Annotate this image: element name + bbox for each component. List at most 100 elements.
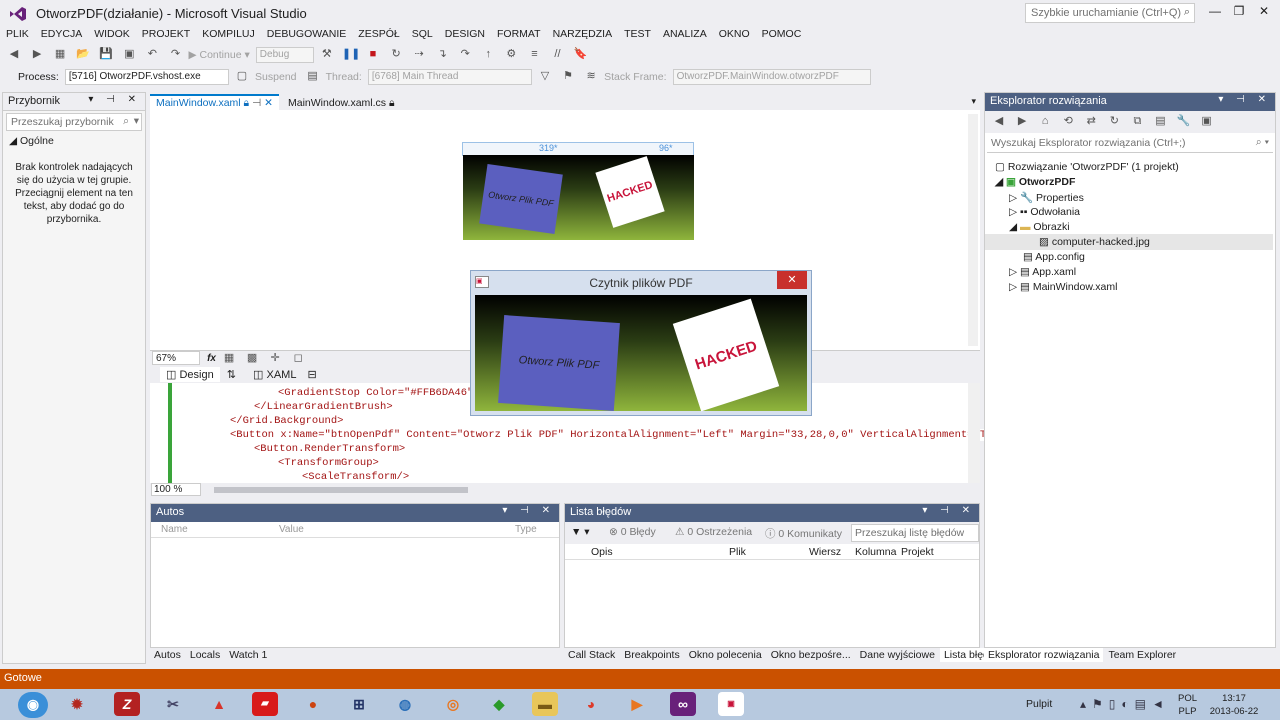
home-icon[interactable]: ⌂ xyxy=(1037,115,1053,131)
tree-properties[interactable]: ▷ 🔧 Properties xyxy=(1009,191,1084,204)
menu-narzędzia[interactable]: NARZĘDZIA xyxy=(547,26,619,42)
tree-image-file[interactable]: ▨ computer-hacked.jpg xyxy=(1039,236,1150,248)
view-designer-icon[interactable]: ▣ xyxy=(1199,114,1215,130)
panel-pin-icon[interactable]: ▾ ⊣ ✕ xyxy=(922,505,975,516)
tree-folder-obrazki[interactable]: ◢ ▬ Obrazki xyxy=(1009,221,1070,233)
explorer-icon[interactable]: ▬ xyxy=(532,692,558,716)
hex-icon[interactable]: ⚙ xyxy=(503,47,519,63)
tab-autos[interactable]: Autos xyxy=(150,648,185,662)
tab-team-explorer[interactable]: Team Explorer xyxy=(1104,648,1180,662)
bookmark-icon[interactable]: 🔖 xyxy=(573,47,589,63)
tab-dropdown-icon[interactable]: ▾ xyxy=(971,96,976,107)
code-scrollbar[interactable] xyxy=(968,383,980,483)
maximize-button[interactable]: ❐ xyxy=(1227,4,1251,22)
designer-button-preview[interactable]: Otworz Plik PDF xyxy=(479,164,563,234)
back-icon[interactable]: ◀ xyxy=(6,47,22,63)
menu-projekt[interactable]: PROJEKT xyxy=(136,26,196,42)
errors-search-input[interactable]: Przeszukaj listę błędów xyxy=(851,524,979,542)
step-into-icon[interactable]: ↴ xyxy=(434,47,450,63)
media-app-icon[interactable]: ▰ xyxy=(252,692,278,716)
tab-xaml[interactable]: ◫ XAML xyxy=(247,367,302,382)
tab-breakpoints[interactable]: Breakpoints xyxy=(620,648,683,662)
desktop-toolbar-label[interactable]: Pulpit xyxy=(1026,698,1052,710)
designer-hacked-image[interactable]: HACKED xyxy=(595,156,665,228)
col-name[interactable]: Name xyxy=(161,524,188,535)
continue-button[interactable]: ▶ Continue ▾ xyxy=(189,49,250,61)
break-all-icon[interactable]: ❚❚ xyxy=(342,47,360,63)
menu-pomoc[interactable]: POMOC xyxy=(756,26,808,42)
redo-icon[interactable]: ↷ xyxy=(167,47,183,63)
collapse-all-icon[interactable]: ⧉ xyxy=(1129,115,1145,131)
tab-call-stack[interactable]: Call Stack xyxy=(564,648,619,662)
show-all-files-icon[interactable]: ▤ xyxy=(1152,114,1168,130)
menu-zespół[interactable]: ZESPÓŁ xyxy=(352,26,405,42)
horizontal-scrollbar[interactable] xyxy=(214,487,468,493)
thread-combo[interactable]: [6768] Main Thread xyxy=(367,69,532,85)
language-indicator[interactable]: POL PLP xyxy=(1178,692,1197,718)
stack-frame-combo[interactable]: OtworzPDF.MainWindow.otworzPDF xyxy=(672,69,871,85)
menu-edycja[interactable]: EDYCJA xyxy=(35,26,88,42)
menu-design[interactable]: DESIGN xyxy=(439,26,491,42)
quick-launch-input[interactable]: Szybkie uruchamianie (Ctrl+Q) ⌕ xyxy=(1025,3,1195,23)
save-all-icon[interactable]: ▣ xyxy=(121,47,137,63)
zoom-combo[interactable]: 67% xyxy=(152,351,200,365)
forward-icon[interactable]: ▶ xyxy=(1014,114,1030,130)
show-next-icon[interactable]: ⇢ xyxy=(411,47,427,63)
messenger-icon[interactable]: ● xyxy=(300,692,326,716)
tab-locals[interactable]: Locals xyxy=(186,648,224,662)
messages-filter-button[interactable]: ⓘ 0 Komunikaty xyxy=(765,526,842,541)
col-opis[interactable]: Opis xyxy=(591,546,613,558)
visual-studio-taskbar-icon[interactable]: ∞ xyxy=(670,692,696,716)
restart-icon[interactable]: ↻ xyxy=(388,47,404,63)
filter-icon[interactable]: ▽ xyxy=(537,69,553,85)
tree-project[interactable]: ◢ ▣ OtworzPDF xyxy=(995,176,1075,188)
firefox-icon[interactable]: ◎ xyxy=(440,692,466,716)
grid-icon[interactable]: ▦ xyxy=(221,351,237,367)
config-combo[interactable]: Debug xyxy=(255,47,314,63)
history-icon[interactable]: ⟲ xyxy=(1060,114,1076,130)
flag-icon[interactable]: ⚑ xyxy=(560,69,576,85)
bug-app-icon[interactable]: ✹ xyxy=(64,692,90,716)
filter-icon[interactable]: ▼ ▾ xyxy=(571,526,590,538)
otworzpdf-taskbar-icon[interactable]: ▣ xyxy=(718,692,744,716)
alert-app-icon[interactable]: ▲ xyxy=(206,692,232,716)
tab-command-window[interactable]: Okno polecenia xyxy=(685,648,766,662)
suspend-icon[interactable]: ▢ xyxy=(234,69,250,85)
new-project-icon[interactable]: ▦ xyxy=(52,47,68,63)
menu-sql[interactable]: SQL xyxy=(406,26,439,42)
app-close-button[interactable]: ✕ xyxy=(777,271,807,289)
stop-icon[interactable]: ■ xyxy=(365,48,381,64)
col-projekt[interactable]: Projekt xyxy=(901,546,934,558)
menu-plik[interactable]: PLIK xyxy=(0,26,35,42)
align-icon[interactable]: ≡ xyxy=(526,48,542,64)
running-app-window[interactable]: ▣ Czytnik plików PDF ✕ Otworz Plik PDF H… xyxy=(470,270,812,416)
tab-watch1[interactable]: Watch 1 xyxy=(225,648,271,662)
sync-icon[interactable]: ⇄ xyxy=(1083,114,1099,130)
threads-icon[interactable]: ≋ xyxy=(583,69,599,85)
menu-test[interactable]: TEST xyxy=(618,26,657,42)
panel-pin-icon[interactable]: ▾ ⊣ ✕ xyxy=(502,505,555,516)
menu-widok[interactable]: WIDOK xyxy=(88,26,136,42)
tab-solution-explorer[interactable]: Eksplorator rozwiązania xyxy=(984,648,1104,662)
col-plik[interactable]: Plik xyxy=(729,546,746,558)
chrome-icon[interactable]: ◕ xyxy=(578,692,604,716)
step-out-icon[interactable]: ↑ xyxy=(480,48,496,64)
step-over-icon[interactable]: ↷ xyxy=(457,47,473,63)
start-button[interactable]: ◉ xyxy=(18,692,48,718)
tree-mainwindow-xaml[interactable]: ▷ ▤ MainWindow.xaml xyxy=(1009,281,1117,293)
tree-app-xaml[interactable]: ▷ ▤ App.xaml xyxy=(1009,266,1076,278)
errors-filter-button[interactable]: ⊗ 0 Błędy xyxy=(609,526,656,538)
col-wiersz[interactable]: Wiersz xyxy=(809,546,841,558)
swap-icon[interactable]: ⇅ xyxy=(227,369,236,381)
code-zoom-combo[interactable]: 100 % xyxy=(151,483,201,496)
menu-analiza[interactable]: ANALIZA xyxy=(657,26,713,42)
warnings-filter-button[interactable]: ⚠ 0 Ostrzeżenia xyxy=(675,526,752,538)
open-icon[interactable]: 📂 xyxy=(75,47,91,63)
snap-grid-icon[interactable]: ▩ xyxy=(244,351,260,367)
solution-search-input[interactable]: Wyszukaj Eksplorator rozwiązania (Ctrl+;… xyxy=(987,135,1273,153)
tab-output[interactable]: Dane wyjściowe xyxy=(856,648,939,662)
undo-icon[interactable]: ↶ xyxy=(144,47,160,63)
menu-kompiluj[interactable]: KOMPILUJ xyxy=(196,26,261,42)
build-icon[interactable]: ⚒ xyxy=(319,47,335,63)
menu-debugowanie[interactable]: DEBUGOWANIE xyxy=(261,26,353,42)
